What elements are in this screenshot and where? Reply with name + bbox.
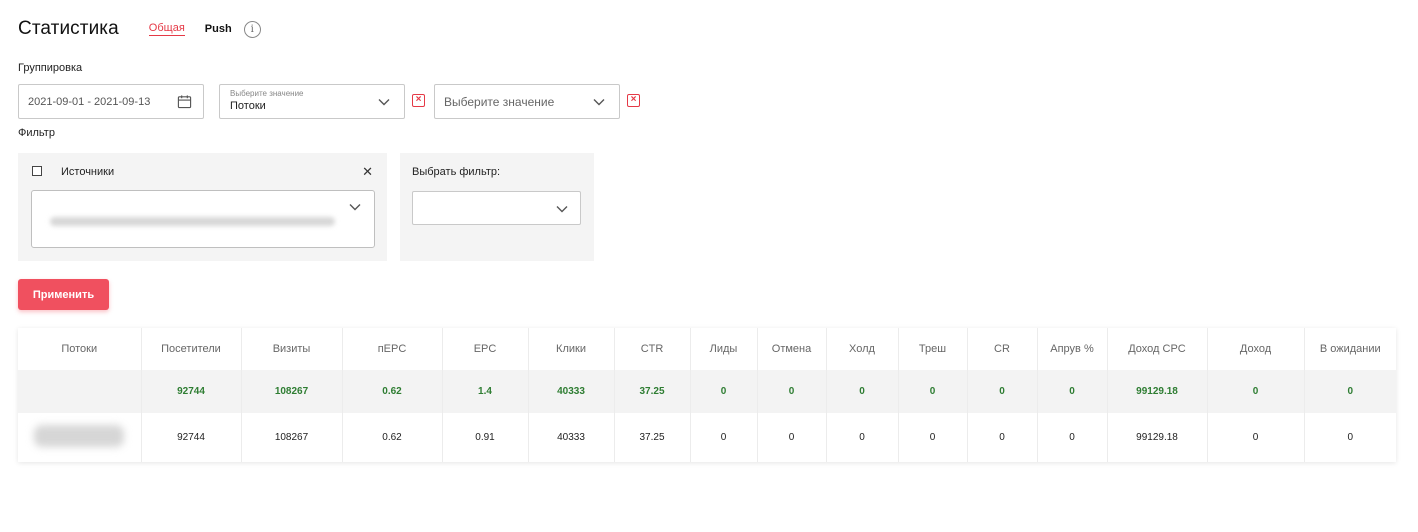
column-header[interactable]: Лиды: [690, 328, 758, 370]
table-cell: 0: [1347, 432, 1354, 443]
table-cell: 37.25: [614, 413, 691, 462]
column-header[interactable]: Треш: [898, 328, 968, 370]
clear-grouping-1-icon[interactable]: ×: [412, 94, 425, 107]
close-icon[interactable]: ✕: [362, 164, 373, 180]
table-cell: 0: [898, 413, 968, 462]
chevron-down-icon: [378, 99, 390, 106]
sources-filter-panel: Источники ✕: [18, 153, 387, 261]
sources-label: Источники: [61, 166, 115, 178]
table-cell: 99129.18: [1107, 370, 1208, 413]
sources-checkbox[interactable]: [32, 166, 42, 176]
chevron-down-icon: [556, 206, 568, 213]
table-cell: 92744: [141, 370, 242, 413]
column-header[interactable]: Посетители: [141, 328, 242, 370]
date-range-value: 2021-09-01 - 2021-09-13: [28, 96, 151, 108]
table-cell: 0: [1037, 370, 1108, 413]
table-cell: 99129.18: [1107, 413, 1208, 462]
info-icon[interactable]: i: [243, 20, 261, 38]
column-header[interactable]: CR: [967, 328, 1038, 370]
table-cell: 0.62: [342, 413, 443, 462]
table-cell: 0: [757, 370, 827, 413]
table-cell: 37.25: [614, 370, 691, 413]
table-cell: 0: [690, 413, 758, 462]
grouping-select-1-value: Потоки: [230, 100, 266, 112]
table-cell: 0: [967, 413, 1038, 462]
page-title: Статистика: [18, 18, 119, 39]
column-header[interactable]: CTR: [614, 328, 691, 370]
column-header[interactable]: Доход CPC: [1107, 328, 1208, 370]
choose-filter-select[interactable]: [412, 191, 581, 225]
page-header: Статистика Общая Push i: [18, 18, 261, 40]
table-cell: 0: [898, 370, 968, 413]
apply-button[interactable]: Применить: [18, 279, 109, 310]
table-cell: 0: [826, 370, 899, 413]
date-range-input[interactable]: 2021-09-01 - 2021-09-13: [18, 84, 204, 119]
table-cell: 40333: [528, 413, 615, 462]
column-header[interactable]: Холд: [826, 328, 899, 370]
grouping-label: Группировка: [18, 62, 83, 74]
table-cell: 0.62: [342, 370, 443, 413]
chevron-down-icon: [349, 204, 361, 211]
table-cell: [18, 370, 142, 413]
column-header[interactable]: Апрув %: [1037, 328, 1108, 370]
filter-label: Фильтр: [18, 127, 55, 139]
column-header[interactable]: В ожидании: [1304, 328, 1396, 370]
table-cell: 0: [757, 413, 827, 462]
stats-table: Потоки Посетители Визиты пEPC EPC Клики …: [18, 328, 1396, 462]
column-header[interactable]: Потоки: [18, 328, 142, 370]
column-header[interactable]: Отмена: [757, 328, 827, 370]
table-cell: 92744: [141, 413, 242, 462]
blurred-stream-name: [34, 425, 125, 447]
chevron-down-icon: [593, 99, 605, 106]
table-cell: 108267: [241, 370, 343, 413]
table-cell: 108267: [241, 413, 343, 462]
column-header[interactable]: EPC: [442, 328, 529, 370]
table-cell: 0.91: [442, 413, 529, 462]
choose-filter-label: Выбрать фильтр:: [412, 166, 501, 178]
table-row: 92744 108267 0.62 0.91 40333 37.25 0 0 0…: [18, 413, 1396, 462]
table-cell: 0: [1037, 413, 1108, 462]
grouping-select-1[interactable]: Выберите значение Потоки: [219, 84, 405, 119]
table-cell-stream: [18, 413, 142, 462]
column-header[interactable]: пEPC: [342, 328, 443, 370]
table-cell: 0: [1207, 370, 1305, 413]
grouping-select-2-placeholder: Выберите значение: [444, 95, 555, 109]
table-cell: 0: [1207, 413, 1305, 462]
sources-multiselect[interactable]: [31, 190, 375, 248]
table-cell: 0: [690, 370, 758, 413]
table-total-row: 92744 108267 0.62 1.4 40333 37.25 0 0 0 …: [18, 370, 1396, 413]
table-header-row: Потоки Посетители Визиты пEPC EPC Клики …: [18, 328, 1396, 370]
table-cell: 40333: [528, 370, 615, 413]
column-header[interactable]: Доход: [1207, 328, 1305, 370]
table-cell: 0: [826, 413, 899, 462]
choose-filter-panel: Выбрать фильтр:: [400, 153, 594, 261]
table-cell: 0: [967, 370, 1038, 413]
blurred-selection: [50, 217, 335, 226]
clear-grouping-2-icon[interactable]: ×: [627, 94, 640, 107]
grouping-select-2[interactable]: Выберите значение: [434, 84, 620, 119]
table-cell: 1.4: [442, 370, 529, 413]
calendar-icon: [177, 95, 192, 109]
column-header[interactable]: Клики: [528, 328, 615, 370]
table-cell: 0: [1304, 370, 1396, 413]
grouping-select-1-placeholder: Выберите значение: [230, 89, 304, 98]
tab-push[interactable]: Push: [205, 23, 232, 35]
column-header[interactable]: Визиты: [241, 328, 343, 370]
tab-general[interactable]: Общая: [148, 22, 185, 36]
